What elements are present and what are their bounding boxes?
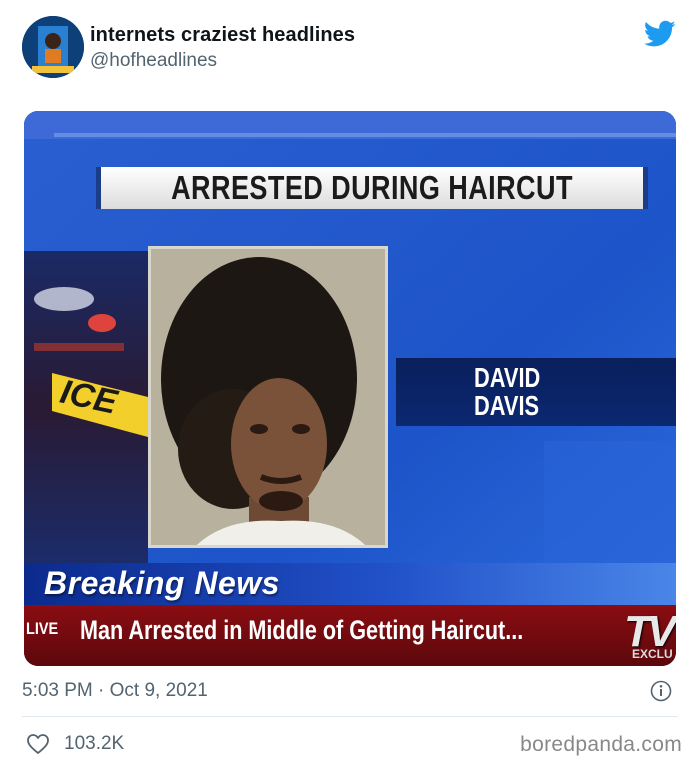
avatar-image	[22, 16, 84, 78]
tweet-header: internets craziest headlines @hofheadlin…	[22, 16, 682, 82]
mugshot-photo	[148, 246, 388, 548]
heart-icon[interactable]	[26, 733, 50, 755]
twitter-bird-icon[interactable]	[644, 20, 676, 48]
headline-banner: ARRESTED DURING HAIRCUT	[96, 167, 648, 209]
divider	[22, 716, 678, 717]
tweet-timestamp[interactable]: 5:03 PM · Oct 9, 2021	[22, 680, 208, 702]
svg-text:ICE: ICE	[57, 375, 122, 422]
user-handle[interactable]: @hofheadlines	[90, 50, 217, 72]
source-watermark: boredpanda.com	[520, 733, 682, 756]
news-ticker: LIVE Man Arrested in Middle of Getting H…	[24, 605, 676, 666]
breaking-news-bar: Breaking News	[24, 563, 676, 605]
breaking-news-label: Breaking News	[44, 565, 280, 601]
police-tape: ICE	[57, 375, 122, 422]
avatar[interactable]	[22, 16, 84, 78]
subject-last-name: DAVIS	[474, 390, 540, 421]
live-tag: LIVE	[26, 619, 59, 638]
headline-text: ARRESTED DURING HAIRCUT	[171, 169, 573, 206]
tv-logo-subtext: EXCLU	[632, 647, 673, 661]
info-icon[interactable]	[650, 680, 672, 702]
display-name[interactable]: internets craziest headlines	[90, 24, 355, 47]
subject-name-box: DAVID DAVIS	[396, 358, 676, 426]
tweet-media[interactable]: ICE ARRESTED DURING HAIRCUT DAVID DAVIS …	[24, 111, 676, 666]
like-count[interactable]: 103.2K	[64, 733, 124, 755]
ticker-text: Man Arrested in Middle of Getting Haircu…	[80, 615, 524, 645]
